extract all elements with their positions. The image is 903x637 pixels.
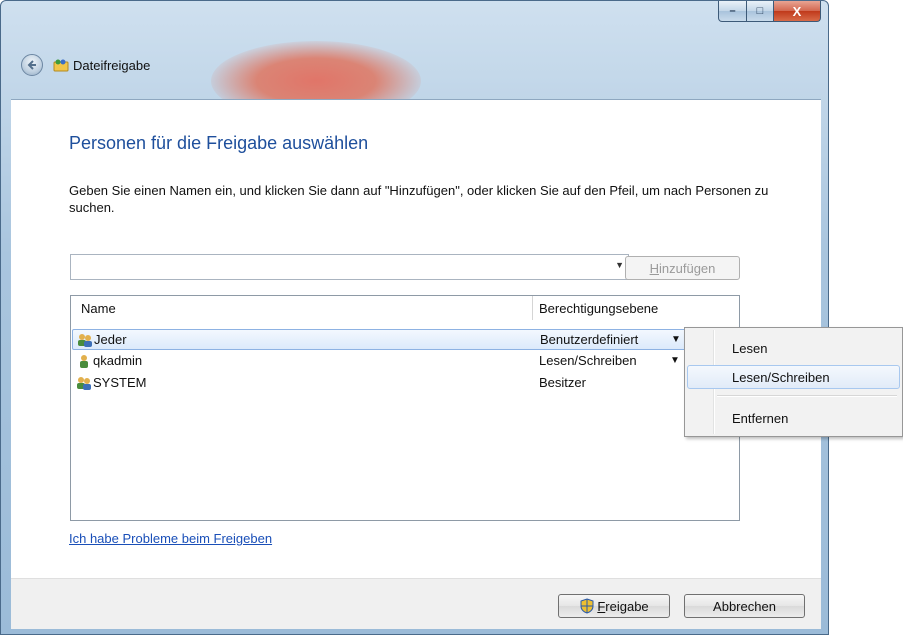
- maximize-button[interactable]: □: [747, 1, 774, 22]
- add-button[interactable]: Hinzufügen: [625, 256, 740, 280]
- window-controls: – □ X: [718, 1, 821, 23]
- column-header-name[interactable]: Name: [81, 301, 116, 316]
- row-name: SYSTEM: [93, 375, 147, 390]
- column-divider[interactable]: [532, 296, 533, 320]
- add-button-label: inzufügen: [659, 260, 716, 276]
- back-arrow-icon: [27, 60, 36, 70]
- list-header: Name Berechtigungsebene: [71, 296, 739, 320]
- add-button-accel: H: [649, 260, 659, 276]
- back-button[interactable]: [21, 54, 43, 76]
- dropdown-arrow-icon[interactable]: ▼: [615, 260, 624, 270]
- menu-item-label: Entfernen: [732, 411, 789, 426]
- name-combo-box[interactable]: ▼: [70, 254, 629, 280]
- name-input[interactable]: [73, 257, 597, 277]
- permission-context-menu: Lesen Lesen/Schreiben Entfernen: [684, 327, 903, 437]
- permissions-list[interactable]: Name Berechtigungsebene Jeder Benutzerde…: [70, 295, 740, 521]
- row-name: Jeder: [94, 332, 127, 347]
- row-permission: Besitzer: [539, 375, 586, 390]
- file-sharing-icon: [53, 59, 69, 72]
- window-title: Dateifreigabe: [73, 58, 151, 73]
- dialog-footer: Freigabe Abbrechen: [11, 578, 821, 629]
- menu-item-label: Lesen: [732, 341, 768, 356]
- share-button-label: reigabe: [605, 598, 649, 614]
- table-row[interactable]: SYSTEM Besitzer: [72, 373, 738, 394]
- menu-item-label: Lesen/Schreiben: [732, 370, 830, 385]
- row-permission: Lesen/Schreiben: [539, 353, 637, 368]
- row-name: qkadmin: [93, 353, 143, 368]
- page-title: Personen für die Freigabe auswählen: [69, 133, 369, 153]
- table-row[interactable]: Jeder Benutzerdefiniert ▼: [72, 329, 738, 350]
- row-permission: Benutzerdefiniert: [540, 332, 639, 347]
- group-icon: [77, 377, 91, 390]
- cancel-button-label: Abbrechen: [713, 598, 776, 614]
- shield-icon: [580, 598, 594, 614]
- close-button[interactable]: X: [774, 1, 821, 22]
- permission-dropdown-icon[interactable]: ▼: [671, 334, 681, 345]
- help-link[interactable]: Ich habe Probleme beim Freigeben: [69, 531, 272, 546]
- instruction-text: Geben Sie einen Namen ein, und klicken S…: [69, 183, 769, 215]
- dialog-window: – □ X Dateifreigabe Personen für die Fre…: [0, 0, 829, 635]
- table-row[interactable]: qkadmin Lesen/Schreiben ▼: [72, 351, 738, 372]
- menu-item-remove[interactable]: Entfernen: [687, 406, 900, 430]
- menu-item-read-write[interactable]: Lesen/Schreiben: [687, 365, 900, 389]
- minimize-button[interactable]: –: [718, 1, 747, 22]
- group-icon: [78, 334, 92, 347]
- column-header-permission[interactable]: Berechtigungsebene: [539, 301, 658, 316]
- menu-separator: [717, 395, 897, 397]
- share-button[interactable]: Freigabe: [558, 594, 670, 618]
- share-button-accel: F: [597, 598, 606, 614]
- permission-dropdown-icon[interactable]: ▼: [670, 355, 680, 366]
- user-icon: [80, 355, 88, 368]
- cancel-button[interactable]: Abbrechen: [684, 594, 805, 618]
- menu-item-read[interactable]: Lesen: [687, 336, 900, 360]
